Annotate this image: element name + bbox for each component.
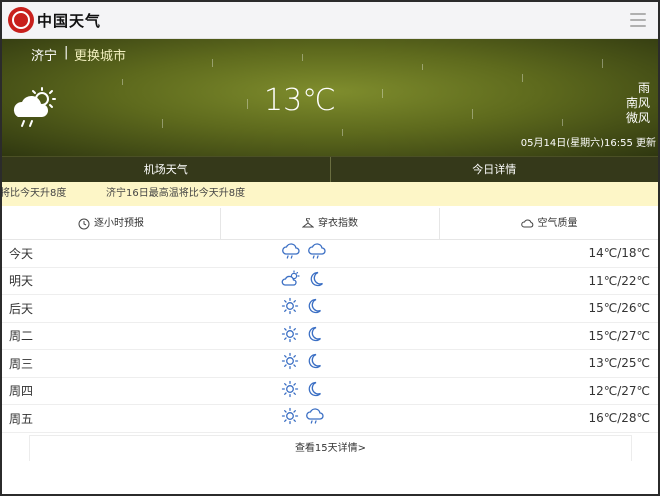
forecast-temp-range: 12℃/27℃ [588,383,650,398]
forecast-day: 周三 [9,356,34,371]
forecast-day: 今天 [9,246,34,261]
forecast-icons [281,297,323,319]
tab-today-details[interactable]: 今日详情 [331,157,659,182]
wind-level: 微风 [625,111,650,125]
clock-icon [78,218,90,229]
city-separator: | [64,45,69,60]
wind-direction: 南风 [625,96,650,110]
cloud-icon [520,219,533,228]
moon-icon [305,352,323,374]
city-name: 济宁 [31,49,58,64]
logo-icon[interactable] [8,7,34,33]
ticker-item: 济宁16日最高温将比今天升8度 [106,188,246,199]
forecast-icons [281,325,323,347]
forecast-icons [281,352,323,374]
tab-air-quality[interactable]: 空气质量 [439,208,658,239]
current-weather-panel: 济宁 | 更换城市 13℃ 雨 南风 微风 05月14日(星期六)16:55 更… [2,39,658,156]
app-title[interactable]: 中国天气 [37,10,101,31]
forecast-temp-range: 15℃/26℃ [588,301,650,316]
forecast-icons [281,242,327,264]
rain-cloud-icon [305,407,325,429]
moon-icon [305,325,323,347]
forecast-day: 周四 [9,384,34,399]
rain-cloud-icon [13,87,56,127]
weather-conditions: 雨 南风 微风 [626,81,650,126]
forecast-row[interactable]: 周四 12℃/27℃ [2,378,658,405]
sun-icon [281,407,299,429]
forecast-temp-range: 15℃/27℃ [588,328,650,343]
update-time: 05月14日(星期六)16:55 更新 [520,138,656,149]
tab-dressing-index[interactable]: 穿衣指数 [220,208,439,239]
forecast-temp-range: 13℃/25℃ [588,356,650,371]
forecast-row[interactable]: 今天 14℃/18℃ [2,240,658,268]
forecast-icons [281,380,323,402]
current-temperature: 13℃ [264,83,336,118]
moon-icon [305,380,323,402]
forecast-temp-range: 14℃/18℃ [588,246,650,261]
forecast-row[interactable]: 周三 13℃/25℃ [2,350,658,378]
forecast-day: 后天 [9,301,34,316]
moon-icon [305,297,323,319]
weather-text: 雨 [637,81,650,95]
forecast-row[interactable]: 后天 15℃/26℃ [2,295,658,323]
ticker-item: 将比今天升8度 [2,188,67,199]
tab-airport-weather[interactable]: 机场天气 [2,157,331,182]
forecast-day: 明天 [9,274,34,289]
forecast-day: 周二 [9,329,34,344]
partly-cloudy-icon [281,270,301,292]
sun-icon [281,297,299,319]
moon-icon [307,270,325,292]
hamburger-menu-icon[interactable] [630,13,646,27]
forecast-temp-range: 11℃/22℃ [588,273,650,288]
top-bar: 中国天气 [2,2,658,39]
hanger-icon [302,217,314,227]
weather-page: 中国天气 济宁 | 更换城市 13℃ 雨 南风 微风 05月14日(星期六)16… [2,2,658,494]
forecast-row[interactable]: 明天 11℃/22℃ [2,268,658,295]
tab-label: 逐小时预报 [94,217,144,229]
tab-hourly-forecast[interactable]: 逐小时预报 [2,208,220,239]
forecast-row[interactable]: 周五 16℃/28℃ [2,405,658,433]
forecast-icons [281,407,325,429]
top-tabs: 机场天气 今日详情 [2,156,658,182]
view-15-day-link[interactable]: 查看15天详情> [29,435,632,461]
forecast-icons [281,270,325,292]
news-ticker[interactable]: 将比今天升8度 济宁16日最高温将比今天升8度 [2,182,658,206]
rain-cloud-icon [281,242,301,264]
info-tabs: 逐小时预报 穿衣指数 空气质量 [2,208,658,240]
tab-label: 空气质量 [537,217,578,229]
sun-icon [281,380,299,402]
tab-label: 穿衣指数 [318,217,358,229]
forecast-list: 今天 14℃/18℃ 明天 11℃/22℃ 后天 15℃/26℃ 周二 15℃/27℃ 周三 13… [2,240,658,433]
change-city-link[interactable]: 更换城市 [74,45,126,64]
forecast-row[interactable]: 周二 15℃/27℃ [2,323,658,350]
forecast-temp-range: 16℃/28℃ [588,411,650,426]
rain-cloud-icon [307,242,327,264]
forecast-day: 周五 [9,411,34,426]
sun-icon [281,352,299,374]
sun-icon [281,325,299,347]
